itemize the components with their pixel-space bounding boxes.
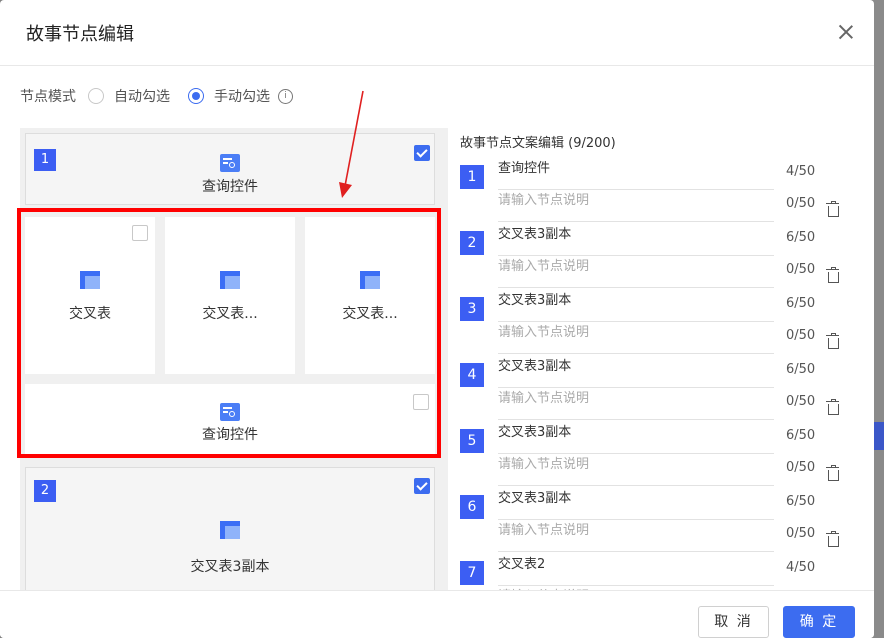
sub-card-crosstab-2[interactable]: 交叉表... — [165, 217, 295, 374]
delete-icon[interactable] — [826, 201, 839, 217]
item-number-badge: 5 — [460, 429, 484, 453]
name-char-count: 6/50 — [786, 428, 816, 443]
node-desc-input[interactable]: 请输入节点说明 — [498, 388, 774, 420]
delete-icon[interactable] — [826, 333, 839, 349]
desc-char-count: 0/50 — [786, 460, 816, 475]
node-name-input[interactable]: 交叉表3副本 — [498, 422, 774, 454]
node-name-input[interactable]: 查询控件 — [498, 158, 774, 190]
node-1-label: 查询控件 — [202, 179, 258, 195]
sub-query-checkbox[interactable] — [413, 394, 429, 410]
dialog-title: 故事节点编辑 — [26, 24, 134, 45]
node-2-label: 交叉表3副本 — [190, 559, 270, 575]
node-name-input[interactable]: 交叉表3副本 — [498, 488, 774, 520]
node-name-input[interactable]: 交叉表3副本 — [498, 356, 774, 388]
node-desc-input[interactable]: 请输入节点说明 — [498, 190, 774, 222]
name-char-count: 4/50 — [786, 560, 816, 575]
delete-icon[interactable] — [826, 531, 839, 547]
name-char-count: 6/50 — [786, 296, 816, 311]
confirm-button[interactable]: 确 定 — [783, 606, 855, 638]
copy-edit-title: 故事节点文案编辑 (9/200) — [460, 136, 616, 151]
node-desc-input[interactable]: 请输入节点说明 — [498, 256, 774, 288]
item-number-badge: 2 — [460, 231, 484, 255]
radio-circle-checked-icon[interactable] — [188, 88, 204, 104]
radio-auto-select[interactable]: 自动勾选 — [88, 86, 170, 106]
node-number-badge: 2 — [34, 480, 56, 502]
desc-char-count: 0/50 — [786, 394, 816, 409]
name-char-count: 6/50 — [786, 230, 816, 245]
radio-manual-select[interactable]: 手动勾选 — [188, 86, 270, 106]
dialog-header: 故事节点编辑 — [0, 0, 874, 66]
node-2-checkbox[interactable] — [414, 478, 430, 494]
radio-manual-label: 手动勾选 — [214, 89, 270, 105]
query-control-icon — [220, 154, 240, 172]
cancel-button[interactable]: 取 消 — [698, 606, 769, 638]
sub-card-label: 交叉表 — [69, 306, 111, 322]
item-number-badge: 6 — [460, 495, 484, 519]
node-name-input[interactable]: 交叉表3副本 — [498, 290, 774, 322]
close-icon[interactable] — [836, 22, 856, 42]
copy-item: 7 交叉表2 4/50 请输入节点说明 — [460, 554, 860, 590]
desc-char-count: 0/50 — [786, 328, 816, 343]
copy-item: 2 交叉表3副本 6/50 请输入节点说明 0/50 — [460, 224, 860, 290]
sub-card-query[interactable]: 查询控件 — [25, 384, 435, 454]
name-char-count: 6/50 — [786, 362, 816, 377]
node-mode-row: 节点模式 自动勾选 手动勾选 i — [20, 86, 293, 106]
node-desc-input[interactable]: 请输入节点说明 — [498, 322, 774, 354]
item-number-badge: 3 — [460, 297, 484, 321]
crosstab-icon — [220, 271, 240, 289]
node-desc-input[interactable]: 请输入节点说明 — [498, 520, 774, 552]
node-card-2[interactable]: 2 交叉表3副本 — [25, 467, 435, 590]
copy-item: 1 查询控件 4/50 请输入节点说明 0/50 — [460, 158, 860, 224]
query-control-icon — [220, 403, 240, 421]
desc-char-count: 0/50 — [786, 196, 816, 211]
node-name-input[interactable]: 交叉表2 — [498, 554, 774, 586]
crosstab-icon — [220, 521, 240, 539]
sub-query-label: 查询控件 — [202, 427, 258, 443]
info-circle-icon[interactable]: i — [278, 88, 293, 104]
delete-icon[interactable] — [826, 399, 839, 415]
sub-card-checkbox[interactable] — [132, 225, 148, 241]
sub-card-crosstab-1[interactable]: 交叉表 — [25, 217, 155, 374]
node-name-input[interactable]: 交叉表3副本 — [498, 224, 774, 256]
crosstab-icon — [360, 271, 380, 289]
sub-card-crosstab-3[interactable]: 交叉表... — [305, 217, 435, 374]
node-preview-panel: 1 查询控件 交叉表 交叉表... 交叉表... 查询控件 2 交叉表3副本 — [20, 128, 448, 590]
crosstab-icon — [80, 271, 100, 289]
copy-edit-list: 1 查询控件 4/50 请输入节点说明 0/50 2 交叉表3副本 6/50 请… — [460, 158, 860, 590]
radio-circle-icon[interactable] — [88, 88, 104, 104]
item-number-badge: 1 — [460, 165, 484, 189]
node-mode-label: 节点模式 — [20, 89, 76, 105]
copy-item: 3 交叉表3副本 6/50 请输入节点说明 0/50 — [460, 290, 860, 356]
item-number-badge: 4 — [460, 363, 484, 387]
copy-item: 5 交叉表3副本 6/50 请输入节点说明 0/50 — [460, 422, 860, 488]
sub-card-label: 交叉表... — [342, 306, 398, 322]
name-char-count: 6/50 — [786, 494, 816, 509]
node-card-1[interactable]: 1 查询控件 — [25, 133, 435, 205]
node-number-badge: 1 — [34, 149, 56, 171]
desc-char-count: 0/50 — [786, 262, 816, 277]
background-button — [874, 422, 884, 450]
node-1-checkbox[interactable] — [414, 145, 430, 161]
delete-icon[interactable] — [826, 465, 839, 481]
copy-item: 6 交叉表3副本 6/50 请输入节点说明 0/50 — [460, 488, 860, 554]
story-node-edit-dialog: 故事节点编辑 节点模式 自动勾选 手动勾选 i 1 查询控件 交叉表 交叉表..… — [0, 0, 874, 638]
node-desc-input[interactable]: 请输入节点说明 — [498, 454, 774, 486]
dialog-footer: 取 消 确 定 — [0, 590, 874, 638]
delete-icon[interactable] — [826, 267, 839, 283]
annotation-arrow-icon — [339, 90, 364, 198]
radio-auto-label: 自动勾选 — [114, 89, 170, 105]
sub-card-label: 交叉表... — [202, 306, 258, 322]
copy-item: 4 交叉表3副本 6/50 请输入节点说明 0/50 — [460, 356, 860, 422]
desc-char-count: 0/50 — [786, 526, 816, 541]
item-number-badge: 7 — [460, 561, 484, 585]
name-char-count: 4/50 — [786, 164, 816, 179]
